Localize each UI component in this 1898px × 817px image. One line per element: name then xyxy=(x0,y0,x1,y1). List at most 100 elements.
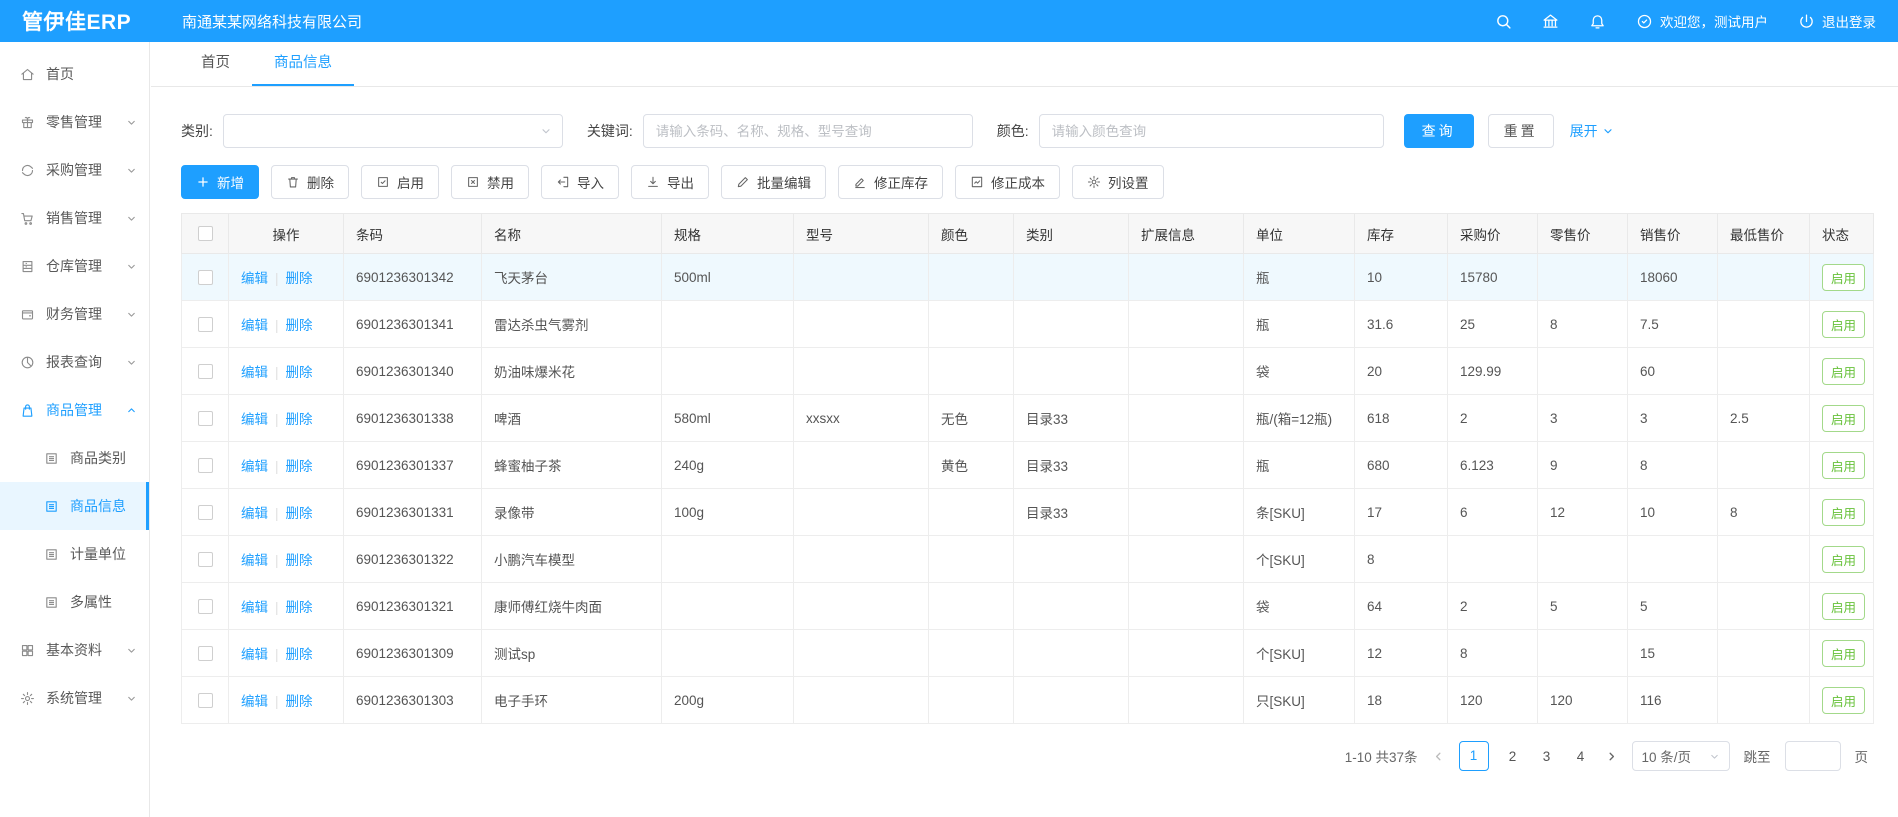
delete-link[interactable]: 删除 xyxy=(286,647,313,662)
sidebar-item-warehouse[interactable]: 仓库管理 xyxy=(0,242,149,290)
welcome-user[interactable]: 欢迎您，测试用户 xyxy=(1636,11,1768,31)
bank-icon[interactable] xyxy=(1542,13,1559,30)
import-button[interactable]: 导入 xyxy=(541,165,619,199)
chevron-up-icon xyxy=(126,405,137,416)
edit-link[interactable]: 编辑 xyxy=(241,412,268,427)
disable-button[interactable]: 禁用 xyxy=(451,165,529,199)
reset-button[interactable]: 重置 xyxy=(1488,114,1554,148)
search-button[interactable]: 查询 xyxy=(1404,114,1474,148)
edit-link[interactable]: 编辑 xyxy=(241,271,268,286)
edit-link[interactable]: 编辑 xyxy=(241,506,268,521)
enable-button[interactable]: 启用 xyxy=(361,165,439,199)
bell-icon[interactable] xyxy=(1589,13,1606,30)
power-icon xyxy=(1798,13,1815,30)
fix-stock-button[interactable]: 修正库存 xyxy=(838,165,943,199)
delete-link[interactable]: 删除 xyxy=(286,318,313,333)
batch-edit-button[interactable]: 批量编辑 xyxy=(721,165,826,199)
cell-ext xyxy=(1129,395,1244,442)
status-badge: 启用 xyxy=(1822,546,1865,573)
color-label: 颜色: xyxy=(997,121,1029,141)
sidebar-item-product-category[interactable]: 商品类别 xyxy=(0,434,149,482)
sidebar-item-reports[interactable]: 报表查询 xyxy=(0,338,149,386)
row-checkbox[interactable] xyxy=(198,317,213,332)
sidebar-item-purchase[interactable]: 采购管理 xyxy=(0,146,149,194)
select-all-checkbox[interactable] xyxy=(198,226,213,241)
row-checkbox[interactable] xyxy=(198,505,213,520)
page-3[interactable]: 3 xyxy=(1537,749,1557,764)
fix-cost-label: 修正成本 xyxy=(991,172,1045,192)
edit-link[interactable]: 编辑 xyxy=(241,459,268,474)
search-icon[interactable] xyxy=(1495,13,1512,30)
x-square-icon xyxy=(466,175,480,189)
cell-barcode: 6901236301322 xyxy=(344,536,482,583)
page-4[interactable]: 4 xyxy=(1571,749,1591,764)
row-checkbox[interactable] xyxy=(198,411,213,426)
row-checkbox[interactable] xyxy=(198,552,213,567)
delete-button[interactable]: 删除 xyxy=(271,165,349,199)
row-checkbox[interactable] xyxy=(198,270,213,285)
color-input[interactable] xyxy=(1039,114,1384,148)
edit-link[interactable]: 编辑 xyxy=(241,318,268,333)
cell-name: 小鹏汽车模型 xyxy=(482,536,662,583)
delete-link[interactable]: 删除 xyxy=(286,412,313,427)
row-checkbox[interactable] xyxy=(198,646,213,661)
jump-page-input[interactable] xyxy=(1785,741,1841,771)
add-button[interactable]: 新增 xyxy=(181,165,259,199)
sidebar-submenu-products: 商品类别 商品信息 计量单位 多属性 xyxy=(0,434,149,626)
edit-link[interactable]: 编辑 xyxy=(241,647,268,662)
edit-link[interactable]: 编辑 xyxy=(241,694,268,709)
delete-link[interactable]: 删除 xyxy=(286,600,313,615)
row-checkbox[interactable] xyxy=(198,599,213,614)
delete-link[interactable]: 删除 xyxy=(286,459,313,474)
category-select[interactable] xyxy=(223,114,563,148)
cell-retail xyxy=(1538,630,1628,677)
pie-chart-icon xyxy=(20,355,35,370)
edit-link[interactable]: 编辑 xyxy=(241,553,268,568)
sidebar-item-system[interactable]: 系统管理 xyxy=(0,674,149,722)
sidebar-item-home[interactable]: 首页 xyxy=(0,50,149,98)
next-page-icon[interactable] xyxy=(1605,750,1618,763)
row-checkbox[interactable] xyxy=(198,458,213,473)
delete-link[interactable]: 删除 xyxy=(286,694,313,709)
expand-toggle[interactable]: 展开 xyxy=(1570,121,1614,141)
cell-name: 飞天茅台 xyxy=(482,254,662,301)
cell-color: 无色 xyxy=(929,395,1014,442)
page-size-select[interactable]: 10 条/页 xyxy=(1632,741,1730,771)
prev-page-icon[interactable] xyxy=(1432,750,1445,763)
tab-home[interactable]: 首页 xyxy=(179,42,252,86)
delete-link[interactable]: 删除 xyxy=(286,506,313,521)
cell-min xyxy=(1718,630,1810,677)
page-1[interactable]: 1 xyxy=(1459,741,1489,771)
keyword-input[interactable] xyxy=(643,114,973,148)
fix-cost-button[interactable]: 修正成本 xyxy=(955,165,1060,199)
cell-stock: 8 xyxy=(1355,536,1448,583)
sidebar-item-retail[interactable]: 零售管理 xyxy=(0,98,149,146)
edit-link[interactable]: 编辑 xyxy=(241,600,268,615)
category-label: 类别: xyxy=(181,121,213,141)
cell-retail: 120 xyxy=(1538,677,1628,724)
sidebar-item-multi-attr[interactable]: 多属性 xyxy=(0,578,149,626)
sidebar-item-finance[interactable]: 财务管理 xyxy=(0,290,149,338)
delete-link[interactable]: 删除 xyxy=(286,271,313,286)
tab-product-info[interactable]: 商品信息 xyxy=(252,42,354,86)
row-checkbox[interactable] xyxy=(198,364,213,379)
export-button[interactable]: 导出 xyxy=(631,165,709,199)
cell-checkbox xyxy=(182,536,229,583)
delete-link[interactable]: 删除 xyxy=(286,553,313,568)
cell-name: 雷达杀虫气雾剂 xyxy=(482,301,662,348)
cell-purchase: 129.99 xyxy=(1448,348,1538,395)
jump-label: 跳至 xyxy=(1744,746,1771,766)
column-settings-button[interactable]: 列设置 xyxy=(1072,165,1164,199)
cell-name: 录像带 xyxy=(482,489,662,536)
sidebar-item-products[interactable]: 商品管理 xyxy=(0,386,149,434)
sidebar-item-label: 系统管理 xyxy=(46,688,102,708)
page-2[interactable]: 2 xyxy=(1503,749,1523,764)
sidebar-item-basic-data[interactable]: 基本资料 xyxy=(0,626,149,674)
sidebar-item-sales[interactable]: 销售管理 xyxy=(0,194,149,242)
sidebar-item-product-info[interactable]: 商品信息 xyxy=(0,482,149,530)
row-checkbox[interactable] xyxy=(198,693,213,708)
logout-button[interactable]: 退出登录 xyxy=(1798,11,1876,31)
edit-link[interactable]: 编辑 xyxy=(241,365,268,380)
delete-link[interactable]: 删除 xyxy=(286,365,313,380)
sidebar-item-units[interactable]: 计量单位 xyxy=(0,530,149,578)
